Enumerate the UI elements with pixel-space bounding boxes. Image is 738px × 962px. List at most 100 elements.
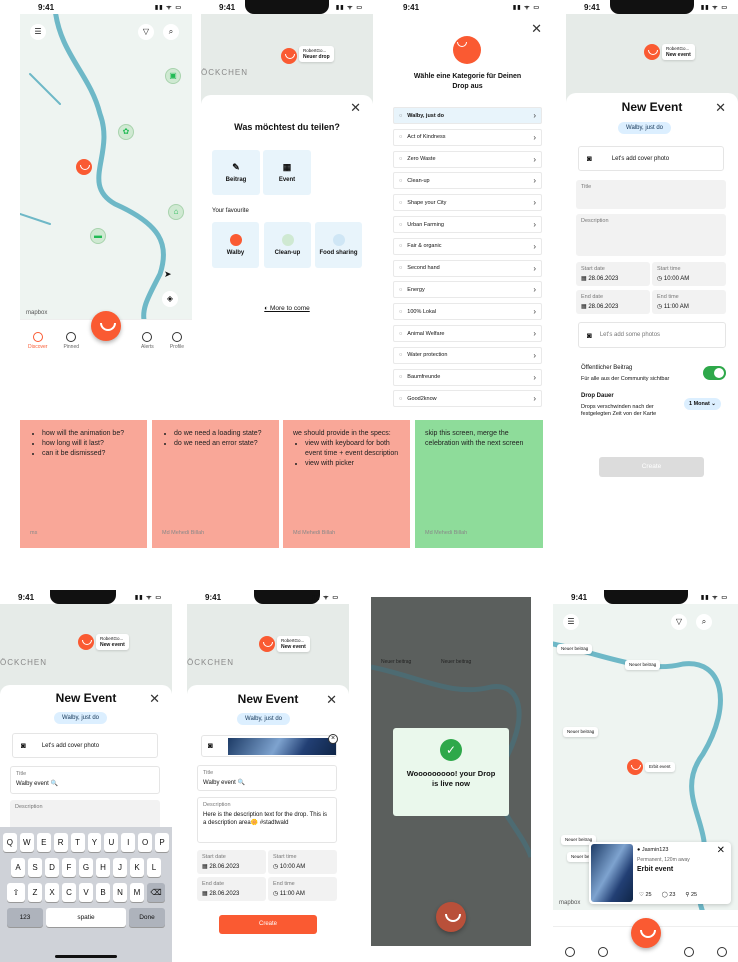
category-row[interactable]: ◌ Urban Farming ›: [393, 216, 542, 233]
list-icon[interactable]: ☰: [30, 24, 46, 40]
close-icon[interactable]: ✕: [326, 693, 337, 706]
search-icon[interactable]: ⌕: [163, 24, 179, 40]
letter-key[interactable]: X: [45, 883, 59, 902]
plant-pin-icon[interactable]: ✿: [118, 124, 134, 140]
letter-key[interactable]: S: [28, 858, 42, 877]
close-icon[interactable]: ✕: [531, 22, 542, 35]
end-time-field[interactable]: End time ◷ 11:00 AM: [652, 290, 726, 314]
start-date-field[interactable]: Start date ▦ 28.06.2023: [576, 262, 650, 286]
letter-key[interactable]: T: [70, 833, 85, 852]
create-drop-button[interactable]: [91, 311, 121, 341]
space-key[interactable]: spatie: [46, 908, 126, 927]
tab-discover[interactable]: [564, 947, 575, 957]
letter-key[interactable]: C: [62, 883, 76, 902]
cover-photo-button[interactable]: ◙ Let's add cover photo: [12, 733, 158, 758]
add-photos-button[interactable]: ◙ Let's add some photos: [578, 322, 726, 348]
create-button[interactable]: Create: [599, 457, 704, 477]
duration-select[interactable]: 1 Monat ⌄: [684, 398, 721, 410]
category-row[interactable]: ◌ 100% Lokal ›: [393, 303, 542, 321]
category-row[interactable]: ◌ Shape your City ›: [393, 194, 542, 212]
category-row[interactable]: ◌ Good2know ›: [393, 390, 542, 408]
truck-pin-icon[interactable]: ▬: [90, 228, 106, 244]
event-pin[interactable]: [627, 759, 643, 775]
letter-key[interactable]: B: [96, 883, 110, 902]
pin-button[interactable]: ⚲ 25: [685, 892, 697, 898]
tab-pinned[interactable]: [597, 947, 608, 957]
remove-photo-icon[interactable]: ×: [328, 734, 338, 744]
close-icon[interactable]: ✕: [715, 101, 726, 114]
close-icon[interactable]: ✕: [149, 692, 160, 705]
start-time-field[interactable]: Start time ◷ 10:00 AM: [652, 262, 726, 286]
backspace-key[interactable]: ⌫: [147, 883, 165, 902]
letter-key[interactable]: P: [155, 833, 170, 852]
letter-key[interactable]: V: [79, 883, 93, 902]
letter-key[interactable]: L: [147, 858, 161, 877]
title-field[interactable]: Title Walby event 🔍: [10, 766, 160, 794]
start-date-field[interactable]: Start date ▦ 28.06.2023: [197, 850, 266, 874]
tab-profile[interactable]: [716, 947, 727, 957]
letter-key[interactable]: N: [113, 883, 127, 902]
letter-key[interactable]: F: [62, 858, 76, 877]
shift-key[interactable]: ⇧: [7, 883, 25, 902]
like-button[interactable]: ♡ 25: [639, 892, 652, 898]
letter-key[interactable]: O: [138, 833, 153, 852]
map[interactable]: ▣ ✿ ⌂ ▬ ☰ ▽ ⌕ ➤ ◈ mapbox: [20, 14, 192, 319]
title-field[interactable]: Title: [576, 180, 726, 209]
letter-key[interactable]: W: [19, 833, 34, 852]
comment-button[interactable]: ◯ 23: [662, 892, 676, 898]
letter-key[interactable]: Y: [87, 833, 102, 852]
letter-key[interactable]: U: [104, 833, 119, 852]
letter-key[interactable]: H: [96, 858, 110, 877]
bag-pin-icon[interactable]: ▣: [165, 68, 181, 84]
fav-walby[interactable]: Walby: [212, 222, 259, 268]
tab-pinned[interactable]: Pinned: [63, 332, 79, 350]
letter-key[interactable]: I: [121, 833, 136, 852]
fav-food-sharing[interactable]: Food sharing: [315, 222, 362, 268]
search-icon[interactable]: ⌕: [696, 614, 712, 630]
event-option[interactable]: ▦ Event: [263, 150, 311, 195]
end-date-field[interactable]: End date ▦ 28.06.2023: [197, 877, 266, 901]
tab-alerts[interactable]: Alerts: [141, 332, 154, 350]
category-row[interactable]: ◌ Water protection ›: [393, 346, 542, 364]
start-time-field[interactable]: Start time ◷ 10:00 AM: [268, 850, 337, 874]
category-row[interactable]: ◌ Act of Kindness ›: [393, 128, 542, 146]
end-time-field[interactable]: End time ◷ 11:00 AM: [268, 877, 337, 901]
card-close-icon[interactable]: ✕: [717, 845, 725, 856]
title-field[interactable]: Title Walby event 🔍: [197, 765, 337, 791]
letter-key[interactable]: M: [130, 883, 144, 902]
description-field[interactable]: Description Here is the description text …: [197, 797, 337, 843]
description-field[interactable]: Description: [576, 214, 726, 256]
letter-key[interactable]: Q: [2, 833, 17, 852]
beitrag-option[interactable]: ✎ Beitrag: [212, 150, 260, 195]
done-key[interactable]: Done: [129, 908, 165, 927]
fav-cleanup[interactable]: Clean-up: [264, 222, 311, 268]
category-row[interactable]: ◌ Fair & organic ›: [393, 237, 542, 255]
event-card[interactable]: ● Jasmin123 Permanent, 120m away Erbit e…: [589, 842, 731, 904]
category-chip[interactable]: Walby, just do: [618, 122, 672, 134]
layers-icon[interactable]: ◈: [162, 291, 178, 307]
house-pin-icon[interactable]: ⌂: [168, 204, 184, 220]
cover-photo[interactable]: ◙ ×: [201, 734, 338, 757]
letter-key[interactable]: Z: [28, 883, 42, 902]
category-row[interactable]: ◌ Animal Welfare ›: [393, 325, 542, 342]
category-row[interactable]: ◌ Zero Waste ›: [393, 150, 542, 168]
category-row[interactable]: ◌ Clean-up ›: [393, 172, 542, 190]
category-row[interactable]: ◌ Walby, just do ›: [393, 107, 542, 124]
create-button[interactable]: Create: [219, 915, 317, 934]
letter-key[interactable]: G: [79, 858, 93, 877]
filter-icon[interactable]: ▽: [671, 614, 687, 630]
location-icon[interactable]: ➤: [164, 269, 172, 280]
close-icon[interactable]: ✕: [350, 101, 361, 114]
list-icon[interactable]: ☰: [563, 614, 579, 630]
public-toggle[interactable]: [703, 366, 726, 380]
create-drop-button[interactable]: [630, 918, 661, 948]
category-row[interactable]: ◌ Baumfreunde ›: [393, 368, 542, 386]
category-row[interactable]: ◌ Energy ›: [393, 281, 542, 299]
end-date-field[interactable]: End date ▦ 28.06.2023: [576, 290, 650, 314]
description-field[interactable]: Description: [10, 800, 160, 830]
letter-key[interactable]: A: [11, 858, 25, 877]
category-chip[interactable]: Walby, just do: [54, 712, 108, 724]
category-row[interactable]: ◌ Second hand ›: [393, 259, 542, 277]
tab-discover[interactable]: Discover: [28, 332, 47, 350]
letter-key[interactable]: E: [36, 833, 51, 852]
